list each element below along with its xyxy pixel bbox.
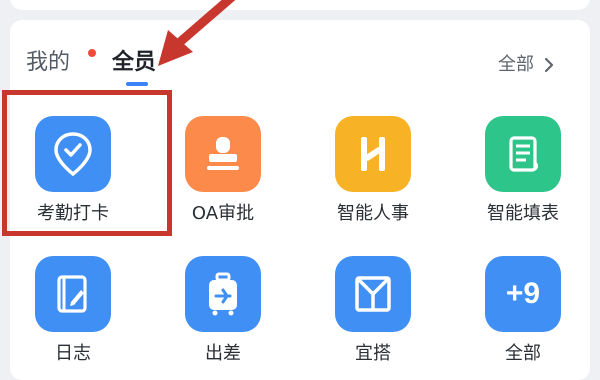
pointer-arrow [158, 0, 236, 66]
